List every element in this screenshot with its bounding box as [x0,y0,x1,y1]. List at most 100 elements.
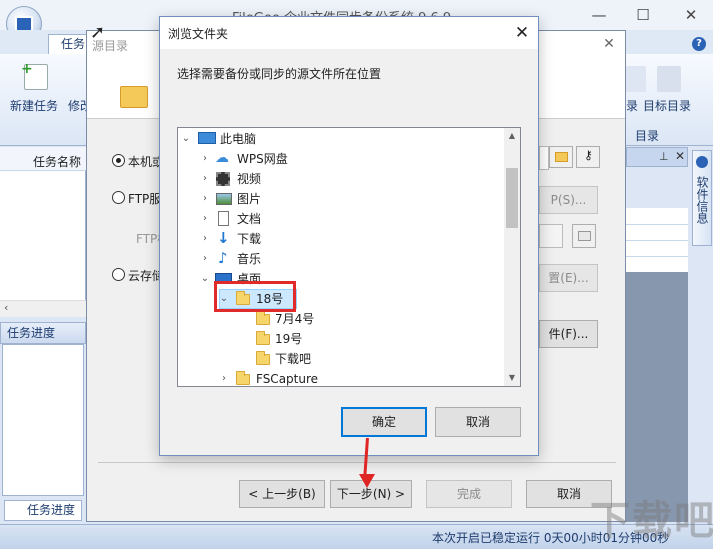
folder-icon [236,371,250,385]
chevron-right-icon[interactable]: › [199,229,211,249]
software-info-label: 软件信息 [695,176,709,224]
tree-item-label: 下载吧 [275,352,312,366]
file-filter-button[interactable]: 件(F)... [539,320,598,348]
info-divider [626,240,688,241]
music-icon: ♪ [218,249,228,267]
tree-item[interactable]: 7月4号 [178,309,504,329]
cursor-icon: ➚ [90,22,106,43]
scroll-up-icon[interactable]: ▲ [504,128,520,144]
tree-item[interactable]: › FSCapture [178,369,504,386]
download-icon: ↓ [217,229,230,247]
cloud-icon: ☁ [215,150,229,166]
tree-item[interactable]: 19号 [178,329,504,349]
wizard-separator [98,462,616,463]
dialog-cancel-button[interactable]: 取消 [435,407,521,437]
option-ftp-label: FTP服 [128,192,162,206]
tree-scroll-thumb[interactable] [506,168,518,228]
task-list-panel [0,147,86,317]
pin-icon[interactable]: ⊥ [659,150,669,163]
computer-icon [198,132,216,144]
target-dir-button[interactable]: 目标目录 [643,97,691,114]
tree-item-label: WPS网盘 [237,152,288,166]
browse-folder-button[interactable] [549,146,573,168]
annotation-highlight-box [214,281,296,312]
watermark: 下载吧 [590,498,713,544]
column-task-name[interactable]: 任务名称 [33,153,81,170]
chevron-right-icon[interactable]: › [199,149,211,169]
info-icon [696,156,708,168]
ribbon-group-label: 目录 [635,129,660,143]
wizard-close-button[interactable]: ✕ [596,33,622,55]
ok-button[interactable]: 确定 [341,407,427,437]
scroll-left-icon[interactable]: ‹ [4,301,8,314]
chevron-down-icon[interactable]: ⌄ [180,129,192,149]
tree-item[interactable]: › 视频 [178,169,504,189]
chevron-right-icon[interactable]: › [199,249,211,269]
tree-item[interactable]: 下载吧 [178,349,504,369]
folder-icon [256,351,270,365]
tree-item[interactable]: › ♪ 音乐 [178,249,504,269]
new-task-icon: + [21,61,48,90]
tree-item[interactable]: › ↓ 下载 [178,229,504,249]
tree-item[interactable]: › 图片 [178,189,504,209]
chevron-right-icon[interactable]: › [199,169,211,189]
document-icon [218,211,229,226]
chevron-right-icon[interactable]: › [199,189,211,209]
tree-item-label: 此电脑 [220,132,257,146]
video-icon [216,172,230,186]
radio-local[interactable] [112,154,125,167]
chevron-right-icon[interactable]: › [199,209,211,229]
progress-panel-title: 任务进度 [0,322,86,344]
scroll-down-icon[interactable]: ▼ [504,370,520,386]
radio-cloud[interactable] [112,268,125,281]
settings-button[interactable]: ⚷ [576,146,600,168]
ftp-browse-button[interactable] [572,224,596,248]
tree-item-label: 19号 [275,332,303,346]
info-divider [626,256,688,257]
path-input[interactable] [539,146,549,170]
tree-item-label: 7月4号 [275,312,315,326]
prev-button[interactable]: < 上一步(B) [239,480,325,508]
info-panel-header: ⊥ ✕ [626,147,688,167]
ftp-input[interactable] [539,224,563,248]
new-task-button[interactable]: 新建任务 [10,97,58,114]
tab-progress[interactable]: 任务进度 [4,500,82,521]
tree-item[interactable]: › ☁ WPS网盘 [178,149,504,169]
task-list-hscroll[interactable]: ‹ [0,300,86,317]
source-dir-button[interactable]: 录 [626,97,638,114]
tree-item-label: 下载 [237,232,262,246]
tree-item-label: 视频 [237,172,262,186]
tree-item[interactable]: › 文档 [178,209,504,229]
chevron-down-icon[interactable]: ⌄ [199,269,211,289]
folder-icon [256,331,270,345]
folder-icon [120,86,148,108]
dialog-title: 浏览文件夹 [168,27,229,41]
target-dir-icon [657,66,681,92]
chevron-right-icon[interactable]: › [218,369,230,386]
panel-close-icon[interactable]: ✕ [675,149,685,163]
dialog-close-button[interactable]: ✕ [508,21,536,45]
tree-scrollbar[interactable] [504,128,520,386]
tree-item-label: 图片 [237,192,262,206]
ftp-settings-button[interactable]: P(S)... [539,186,598,214]
picture-icon [216,193,232,205]
progress-panel [2,344,84,496]
key-icon: ⚷ [584,148,593,162]
help-icon[interactable]: ? [692,37,706,51]
close-button[interactable]: ✕ [676,4,706,26]
tree-item-label: 文档 [237,212,262,226]
dialog-description: 选择需要备份或同步的源文件所在位置 [177,67,382,81]
info-divider [626,224,688,225]
folder-icon [578,231,591,241]
tree-item[interactable]: ⌄ 此电脑 [178,129,504,149]
minimize-button[interactable]: — [584,4,614,26]
folder-icon [555,152,568,162]
tree-item-label: 音乐 [237,252,262,266]
tree-item-label: FSCapture [256,372,319,386]
cloud-settings-button[interactable]: 置(E)... [539,264,598,292]
info-panel-empty [626,272,688,522]
maximize-button[interactable]: ☐ [628,4,658,26]
finish-button[interactable]: 完成 [426,480,512,508]
radio-ftp[interactable] [112,191,125,204]
annotation-arrow-head [359,474,375,488]
